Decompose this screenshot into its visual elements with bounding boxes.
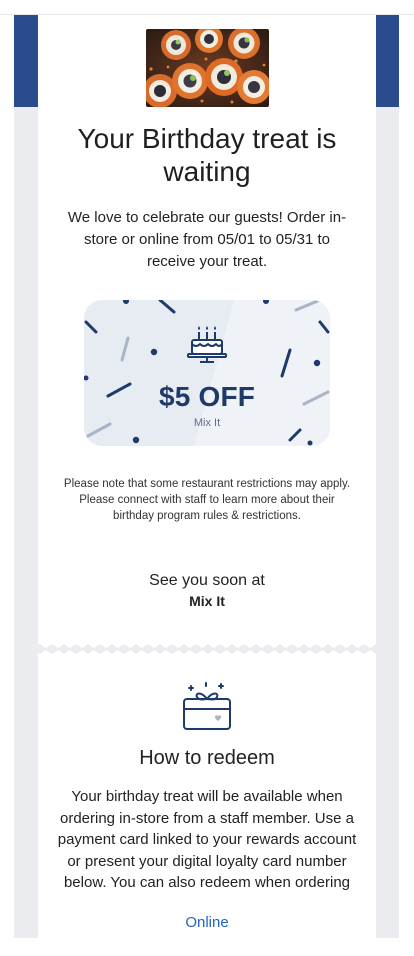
redeem-title: How to redeem <box>139 747 275 769</box>
see-you-soon-text: See you soon at <box>149 572 265 589</box>
online-order-link[interactable]: Online <box>38 914 376 931</box>
brand-band-left <box>14 15 38 107</box>
intro-text: We love to celebrate our guests! Order i… <box>67 209 347 270</box>
coupon-restaurant: Mix It <box>193 417 221 429</box>
page-title: Your Birthday treat is waiting <box>77 123 337 187</box>
gift-card-icon <box>183 682 231 730</box>
hero-image <box>146 29 269 107</box>
brand-band-right <box>376 15 399 107</box>
coupon-amount: $5 OFF <box>158 381 256 412</box>
restrictions-note: Please note that some restaurant restric… <box>63 478 351 522</box>
redeem-instructions: Your birthday treat will be available wh… <box>57 788 357 891</box>
birthday-cake-icon <box>187 326 227 363</box>
restaurant-name: Mix It <box>189 593 225 609</box>
